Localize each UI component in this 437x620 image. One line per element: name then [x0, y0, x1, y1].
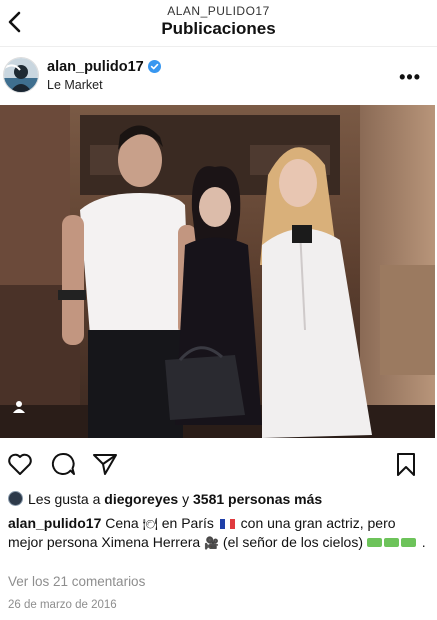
tag-people-icon[interactable] [12, 400, 26, 414]
water-gun-icon [400, 538, 416, 547]
likes-connector: y [178, 491, 193, 507]
movie-camera-emoji: 🎥 [204, 536, 220, 550]
post-caption: alan_pulido17 Cena 🍽 en París con una gr… [8, 514, 428, 552]
likes-prefix: Les gusta a [28, 491, 105, 507]
header-username: ALAN_PULIDO17 [167, 4, 270, 18]
likes-count[interactable]: 3581 personas más [193, 491, 322, 507]
caption-text: en París [157, 515, 218, 531]
likes-user[interactable]: diegoreyes [104, 491, 178, 507]
comment-icon[interactable] [49, 450, 77, 478]
page-title: Publicaciones [161, 19, 276, 38]
heart-icon[interactable] [6, 450, 34, 478]
post-username-text[interactable]: alan_pulido17 [47, 59, 144, 75]
water-gun-icon [366, 538, 382, 547]
post-header: alan_pulido17 Le Market ••• [0, 55, 437, 97]
caption-text: (el señor de los cielos) [219, 534, 367, 550]
bookmark-icon[interactable] [392, 450, 420, 478]
post-username[interactable]: alan_pulido17 [47, 59, 161, 75]
share-icon[interactable] [91, 450, 119, 478]
caption-username[interactable]: alan_pulido17 [8, 515, 101, 531]
more-options-icon[interactable]: ••• [399, 67, 421, 88]
post-photo[interactable] [0, 105, 435, 438]
post-location[interactable]: Le Market [47, 78, 103, 92]
view-comments-link[interactable]: Ver los 21 comentarios [8, 574, 145, 589]
caption-text: . [417, 534, 426, 550]
france-flag-icon [219, 515, 235, 529]
liker-avatar [8, 491, 23, 506]
top-nav-bar: ALAN_PULIDO17 Publicaciones [0, 0, 437, 47]
caption-text: Cena [101, 515, 143, 531]
likes-summary[interactable]: Les gusta a diegoreyes y 3581 personas m… [8, 491, 322, 507]
water-gun-icon [383, 538, 399, 547]
avatar[interactable] [3, 57, 39, 93]
action-bar [0, 450, 437, 478]
post-date: 26 de marzo de 2016 [8, 599, 117, 611]
verified-badge-icon [147, 60, 161, 73]
plate-emoji: 🍽 [142, 517, 158, 531]
